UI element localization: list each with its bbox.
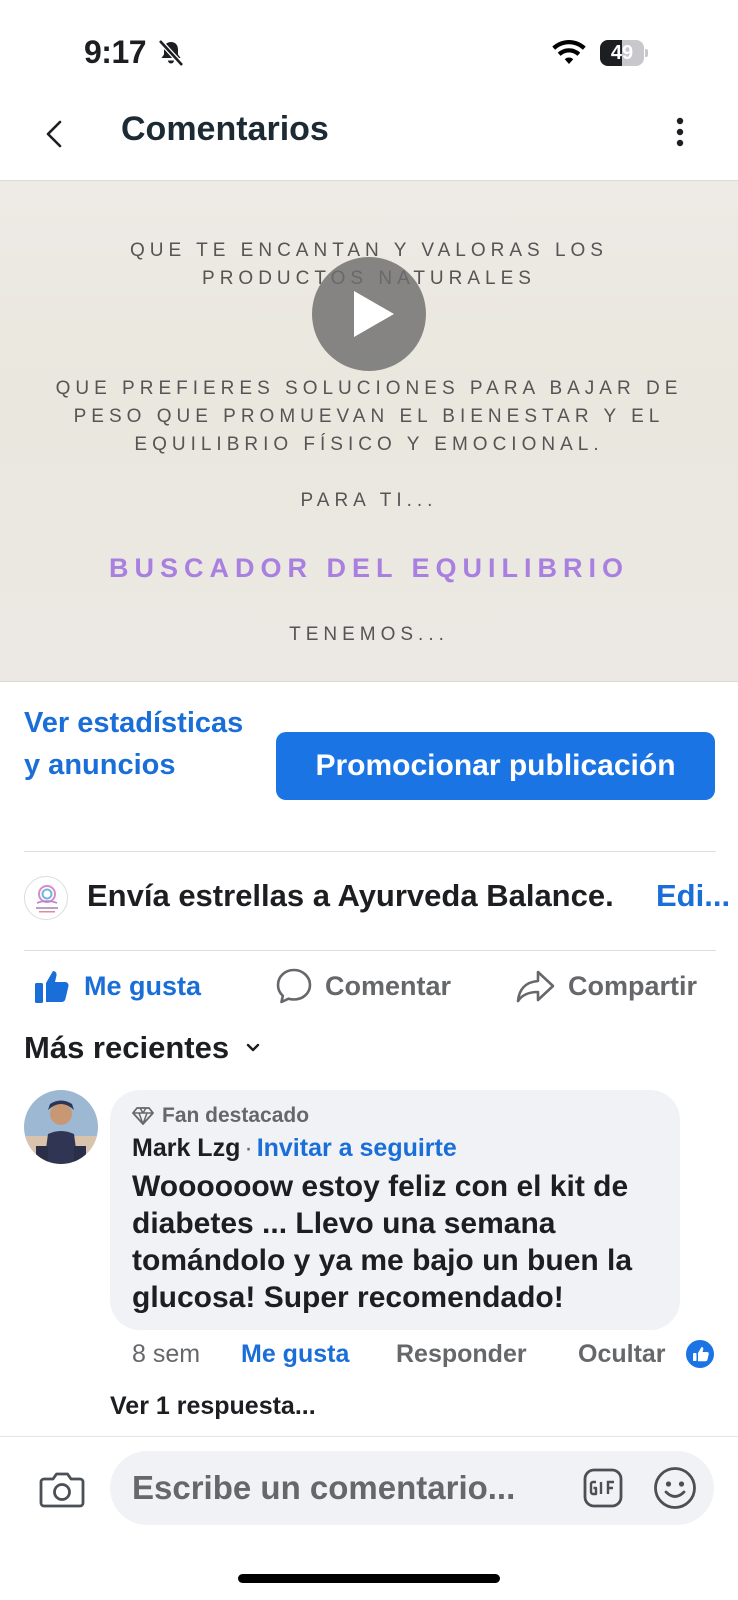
comment-time: 8 sem xyxy=(132,1340,201,1368)
divider xyxy=(24,851,716,852)
reaction-bar: Me gusta Comentar Compartir xyxy=(0,958,738,1014)
comment-author[interactable]: Mark Lzg xyxy=(132,1134,240,1162)
thumbs-up-icon xyxy=(35,971,69,1003)
comment-bubble[interactable]: Fan destacado Mark Lzg · Invitar a seguirt… xyxy=(110,1090,680,1330)
comment-button[interactable]: Comentar xyxy=(275,958,451,1014)
separator: · xyxy=(244,1134,253,1162)
ayurveda-logo-icon xyxy=(36,885,58,913)
play-icon xyxy=(354,291,394,337)
sort-selector[interactable]: Más recientes xyxy=(24,1030,261,1066)
battery-indicator: 49 xyxy=(600,40,648,66)
edit-link[interactable]: Edi... xyxy=(656,878,730,914)
comment-hide-button[interactable]: Ocultar xyxy=(578,1340,666,1369)
bell-slash-icon xyxy=(158,39,184,67)
wifi-icon xyxy=(552,40,586,64)
video-text-line: PARA TI... xyxy=(300,490,438,511)
like-button[interactable]: Me gusta xyxy=(32,958,201,1014)
share-button[interactable]: Compartir xyxy=(516,958,697,1014)
send-stars-text[interactable]: Envía estrellas a Ayurveda Balance. xyxy=(87,878,614,914)
diamond-icon xyxy=(132,1107,154,1125)
view-replies-link[interactable]: Ver 1 respuesta... xyxy=(110,1392,316,1421)
top-bar: Comentarios xyxy=(0,96,738,180)
fan-badge-label: Fan destacado xyxy=(162,1104,310,1127)
back-chevron-icon[interactable] xyxy=(40,114,70,154)
view-stats-link[interactable]: Ver estadísticas y anuncios xyxy=(24,702,264,786)
video-text-line: TENEMOS... xyxy=(289,624,449,645)
video-text-line: QUE PREFIERES SOLUCIONES PARA BAJAR DE P… xyxy=(55,378,683,455)
comment-text: Woooooow estoy feliz con el kit de diabe… xyxy=(132,1170,633,1314)
page-title: Comentarios xyxy=(121,110,329,148)
comment-actions: 8 sem Me gusta Responder Ocultar xyxy=(132,1338,722,1376)
like-label: Me gusta xyxy=(84,970,202,1001)
post-video[interactable]: QUE TE ENCANTAN Y VALORAS LOS PRODUCTOS … xyxy=(0,180,738,682)
comment-bubble-icon xyxy=(276,968,312,1004)
play-button[interactable] xyxy=(312,257,426,371)
share-arrow-icon xyxy=(516,970,555,1003)
like-reaction-icon[interactable] xyxy=(684,1338,716,1370)
battery-level: 49 xyxy=(610,42,634,64)
divider xyxy=(24,950,716,951)
invite-follow-link[interactable]: Invitar a seguirte xyxy=(257,1134,457,1162)
status-bar: 9:17 49 xyxy=(0,0,738,100)
share-label: Compartir xyxy=(568,970,698,1001)
avatar[interactable] xyxy=(24,1090,98,1164)
comment-like-button[interactable]: Me gusta xyxy=(241,1340,349,1369)
promote-post-button[interactable]: Promocionar publicación xyxy=(276,732,715,800)
comment-input-placeholder: Escribe un comentario... xyxy=(132,1469,516,1506)
emoji-icon[interactable] xyxy=(652,1465,698,1511)
comment-reply-button[interactable]: Responder xyxy=(396,1340,527,1369)
more-options-icon[interactable] xyxy=(668,112,692,152)
sort-label: Más recientes xyxy=(24,1030,230,1065)
camera-icon[interactable] xyxy=(38,1467,86,1511)
fan-badge: Fan destacado xyxy=(132,1104,309,1128)
status-time: 9:17 xyxy=(84,34,147,70)
chevron-down-icon xyxy=(246,1043,260,1052)
gif-icon[interactable] xyxy=(582,1467,624,1509)
comment-label: Comentar xyxy=(325,970,452,1001)
home-indicator xyxy=(238,1574,500,1583)
video-text-highlight: BUSCADOR DEL EQUILIBRIO xyxy=(108,553,630,583)
page-avatar xyxy=(24,876,68,920)
comment-input[interactable]: Escribe un comentario... xyxy=(110,1451,714,1525)
